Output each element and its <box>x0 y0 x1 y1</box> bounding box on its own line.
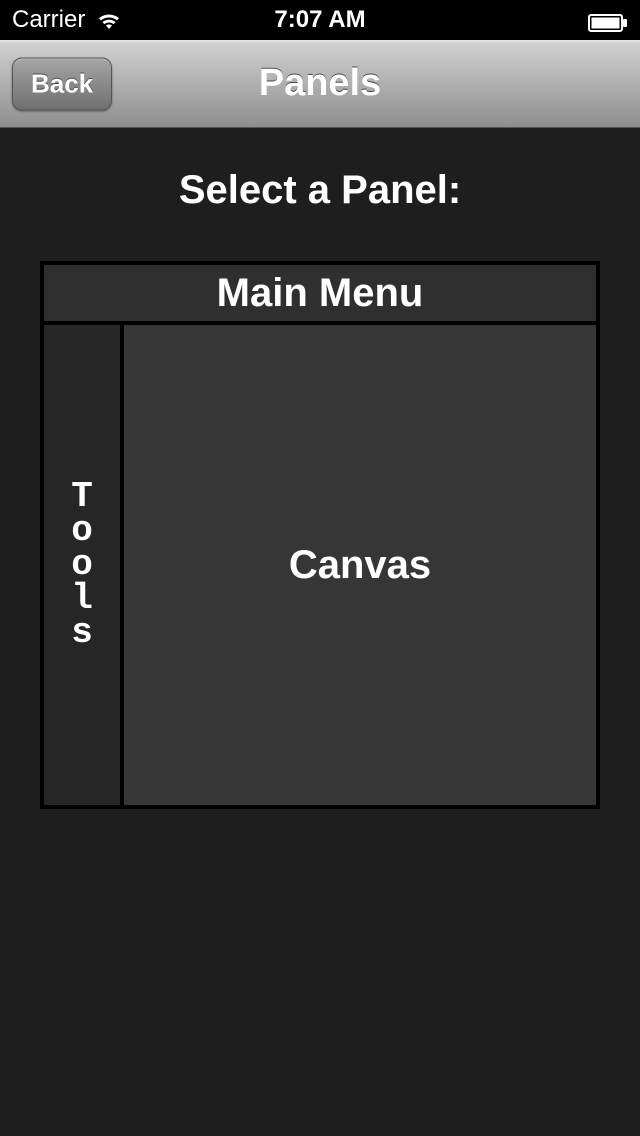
select-panel-prompt: Select a Panel: <box>20 168 620 213</box>
status-left: Carrier <box>12 6 123 34</box>
panel-tools[interactable]: T o o l s <box>44 325 124 805</box>
panel-grid: Main Menu T o o l s Canvas <box>40 261 600 809</box>
back-button[interactable]: Back <box>12 57 112 110</box>
panel-main-menu[interactable]: Main Menu <box>44 265 596 325</box>
panel-tools-label: T o o l s <box>71 480 93 651</box>
status-time: 7:07 AM <box>274 6 365 34</box>
panel-row: T o o l s Canvas <box>44 325 596 805</box>
panel-canvas[interactable]: Canvas <box>124 325 596 805</box>
status-right <box>588 11 628 29</box>
status-bar: Carrier 7:07 AM <box>0 0 640 40</box>
wifi-icon <box>95 10 123 30</box>
battery-icon <box>588 11 628 29</box>
page-title: Panels <box>259 62 382 105</box>
content-area: Select a Panel: Main Menu T o o l s Canv… <box>0 128 640 809</box>
nav-bar: Back Panels <box>0 40 640 128</box>
carrier-label: Carrier <box>12 6 85 34</box>
